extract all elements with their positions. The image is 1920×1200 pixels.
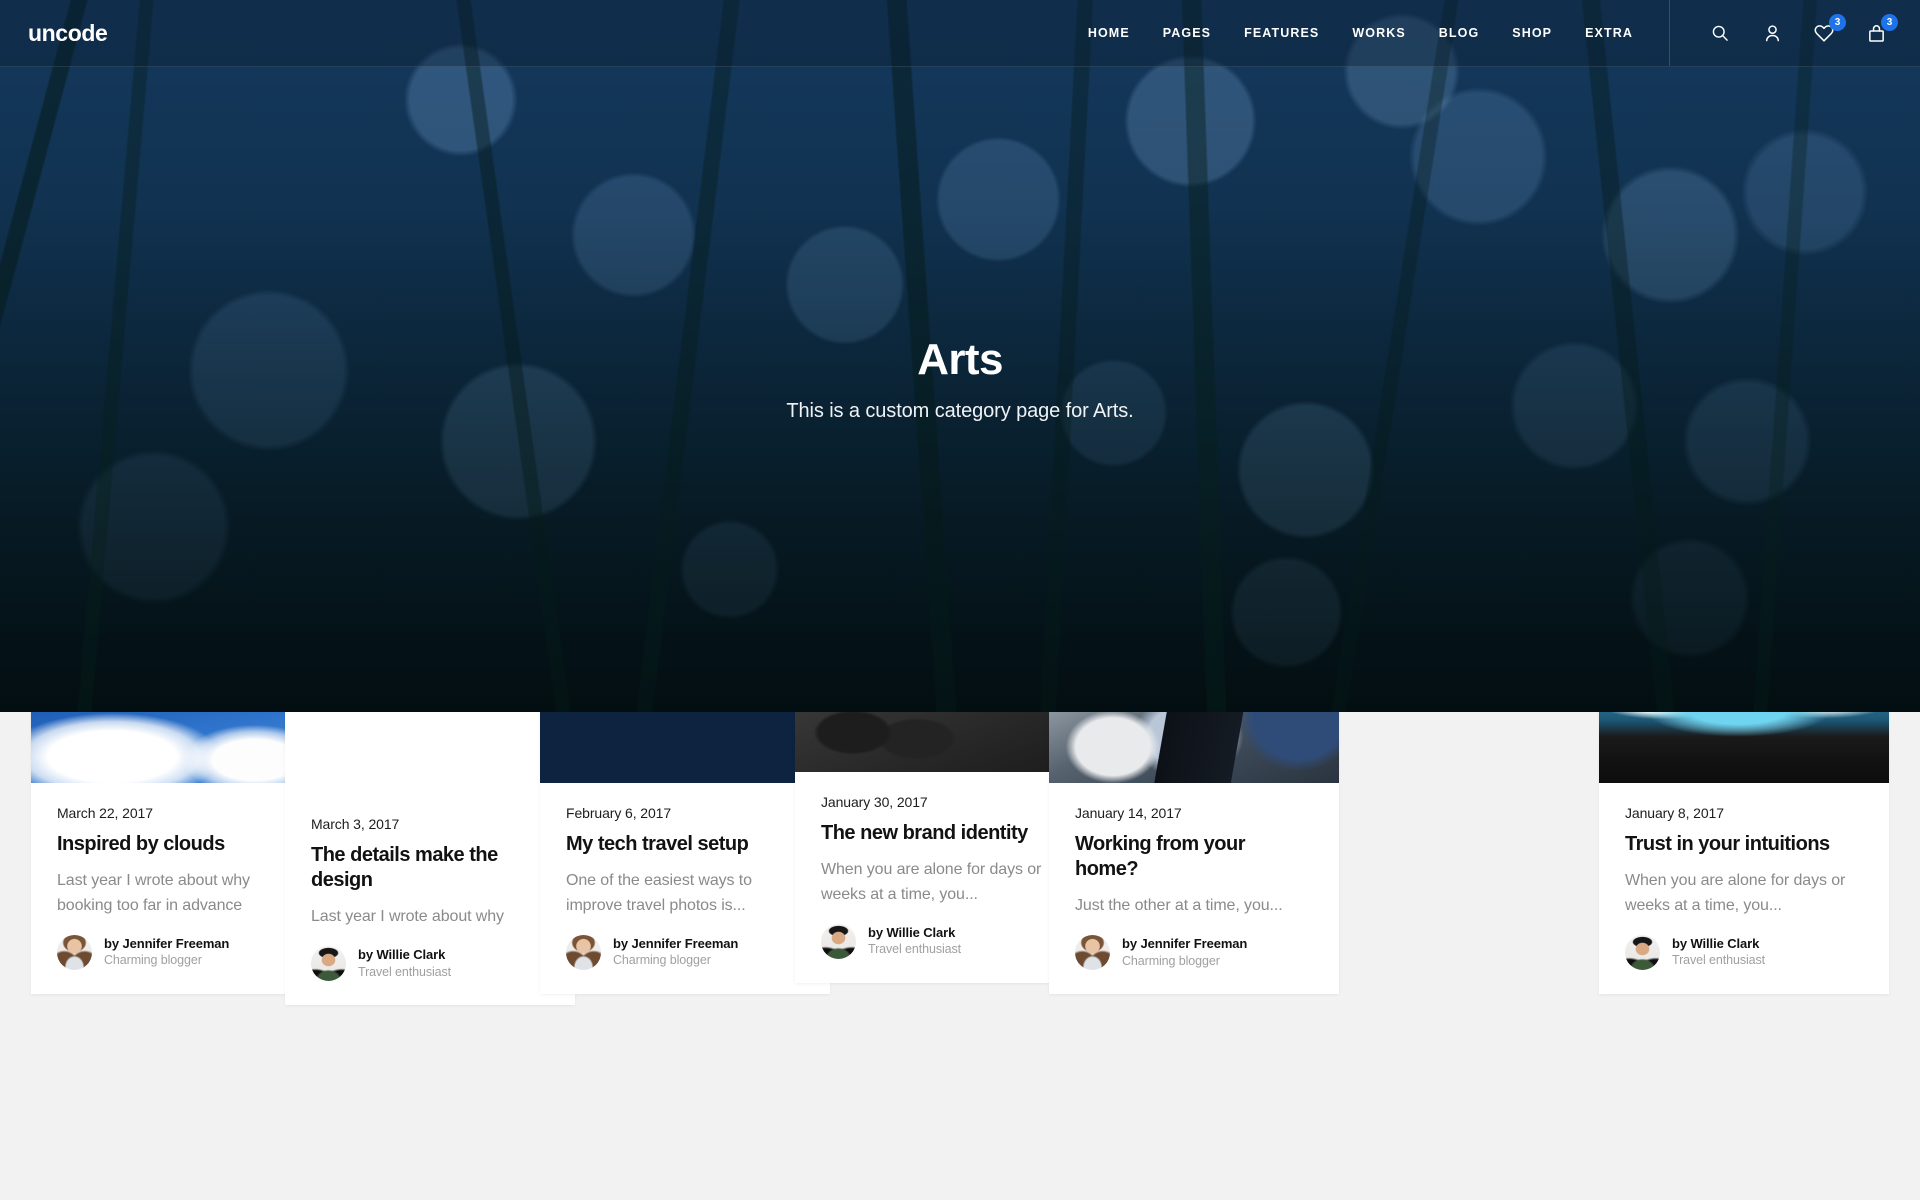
author-name: by Jennifer Freeman <box>104 935 230 951</box>
post-excerpt: Last year I wrote about why <box>311 908 504 925</box>
wishlist-button[interactable]: 3 <box>1812 14 1846 45</box>
post-card[interactable]: January 30, 2017 The new brand identity … <box>795 712 1085 983</box>
post-title[interactable]: The details make the design <box>311 843 549 893</box>
post-title[interactable]: The new brand identity <box>821 821 1059 846</box>
nav-item-shop[interactable]: SHOP <box>1512 26 1552 40</box>
nav-item-works[interactable]: WORKS <box>1352 26 1405 40</box>
post-thumbnail[interactable] <box>1599 712 1889 783</box>
post-date: January 14, 2017 <box>1075 805 1182 821</box>
author-role: Charming blogger <box>613 953 711 968</box>
avatar <box>1625 934 1660 970</box>
nav-item-extra[interactable]: EXTRA <box>1585 26 1633 40</box>
post-excerpt: Just the other at a time, you... <box>1075 897 1283 914</box>
author-role: Charming blogger <box>104 953 202 968</box>
avatar <box>566 934 601 970</box>
account-button[interactable] <box>1760 21 1784 45</box>
post-author[interactable]: by Willie Clark Travel enthusiast <box>311 945 549 1005</box>
post-thumbnail[interactable] <box>1049 712 1339 783</box>
nav-item-features[interactable]: FEATURES <box>1244 26 1319 40</box>
nav-item-home[interactable]: HOME <box>1088 26 1130 40</box>
post-body: March 22, 2017 Inspired by clouds Last y… <box>31 783 321 994</box>
author-role: Travel enthusiast <box>868 942 962 957</box>
hero-copy: Arts This is a custom category page for … <box>0 335 1920 423</box>
site-logo[interactable]: uncode <box>28 21 108 45</box>
cart-button[interactable]: 3 <box>1864 14 1898 45</box>
post-author[interactable]: by Willie Clark Travel enthusiast <box>821 923 1059 983</box>
post-title[interactable]: My tech travel setup <box>566 832 804 857</box>
post-title[interactable]: Working from your home? <box>1075 832 1313 882</box>
post-card[interactable]: March 22, 2017 Inspired by clouds Last y… <box>31 712 321 994</box>
post-title[interactable]: Inspired by clouds <box>57 832 295 857</box>
cart-count-badge: 3 <box>1881 14 1898 31</box>
post-author[interactable]: by Jennifer Freeman Charming blogger <box>566 934 804 994</box>
post-date: March 22, 2017 <box>57 805 153 821</box>
post-body: January 14, 2017 Working from your home?… <box>1049 783 1339 994</box>
post-author[interactable]: by Jennifer Freeman Charming blogger <box>1075 934 1313 994</box>
post-title[interactable]: Trust in your intuitions <box>1625 832 1863 857</box>
author-name: by Jennifer Freeman <box>613 935 739 951</box>
author-meta: by Jennifer Freeman Charming blogger <box>613 935 738 969</box>
post-grid: March 22, 2017 Inspired by clouds Last y… <box>0 712 1920 1200</box>
search-button[interactable] <box>1708 21 1732 45</box>
author-name: by Willie Clark <box>868 924 956 940</box>
author-meta: by Jennifer Freeman Charming blogger <box>1122 935 1247 969</box>
post-body: February 6, 2017 My tech travel setup On… <box>540 783 830 994</box>
post-card[interactable]: February 6, 2017 My tech travel setup On… <box>540 712 830 994</box>
author-role: Charming blogger <box>1122 953 1220 968</box>
navigation-tools: 3 3 <box>1669 0 1920 66</box>
main-navigation-bar: uncode HOME PAGES FEATURES WORKS BLOG SH… <box>0 0 1920 67</box>
author-meta: by Jennifer Freeman Charming blogger <box>104 935 229 969</box>
post-excerpt: One of the easiest ways to improve trave… <box>566 872 752 914</box>
avatar <box>311 945 346 981</box>
author-name: by Jennifer Freeman <box>1122 936 1248 952</box>
post-author[interactable]: by Willie Clark Travel enthusiast <box>1625 934 1863 994</box>
post-body: January 8, 2017 Trust in your intuitions… <box>1599 783 1889 994</box>
author-role: Travel enthusiast <box>358 964 452 979</box>
post-thumbnail[interactable] <box>795 712 1085 772</box>
author-role: Travel enthusiast <box>1672 953 1766 968</box>
post-author[interactable]: by Jennifer Freeman Charming blogger <box>57 934 295 994</box>
page-subtitle: This is a custom category page for Arts. <box>786 400 1134 423</box>
page-title: Arts <box>917 335 1003 384</box>
post-thumbnail[interactable] <box>540 712 830 783</box>
post-thumbnail[interactable] <box>31 712 321 783</box>
post-date: January 8, 2017 <box>1625 805 1724 821</box>
primary-menu: HOME PAGES FEATURES WORKS BLOG SHOP EXTR… <box>1088 0 1633 66</box>
post-card[interactable]: January 14, 2017 Working from your home?… <box>1049 712 1339 994</box>
post-date: March 3, 2017 <box>311 816 400 832</box>
post-excerpt: When you are alone for days or weeks at … <box>821 861 1042 903</box>
author-meta: by Willie Clark Travel enthusiast <box>868 924 961 958</box>
author-meta: by Willie Clark Travel enthusiast <box>1672 935 1765 969</box>
author-meta: by Willie Clark Travel enthusiast <box>358 946 451 980</box>
post-date: February 6, 2017 <box>566 805 672 821</box>
post-excerpt: Last year I wrote about why booking too … <box>57 872 250 914</box>
author-name: by Willie Clark <box>358 947 446 963</box>
post-excerpt: When you are alone for days or weeks at … <box>1625 872 1846 914</box>
post-body: January 30, 2017 The new brand identity … <box>795 772 1085 983</box>
post-date: January 30, 2017 <box>821 794 928 810</box>
post-card[interactable]: January 8, 2017 Trust in your intuitions… <box>1599 712 1889 994</box>
hero-section: uncode HOME PAGES FEATURES WORKS BLOG SH… <box>0 0 1920 712</box>
post-card[interactable]: March 3, 2017 The details make the desig… <box>285 712 575 1005</box>
nav-item-blog[interactable]: BLOG <box>1439 26 1480 40</box>
nav-item-pages[interactable]: PAGES <box>1163 26 1211 40</box>
avatar <box>57 934 92 970</box>
post-body: March 3, 2017 The details make the desig… <box>285 794 575 1005</box>
avatar <box>821 923 856 959</box>
wishlist-count-badge: 3 <box>1829 14 1846 31</box>
user-icon <box>1765 24 1779 41</box>
post-thumbnail[interactable] <box>285 712 575 794</box>
search-icon <box>1712 25 1728 41</box>
avatar <box>1075 934 1110 970</box>
author-name: by Willie Clark <box>1672 935 1760 951</box>
